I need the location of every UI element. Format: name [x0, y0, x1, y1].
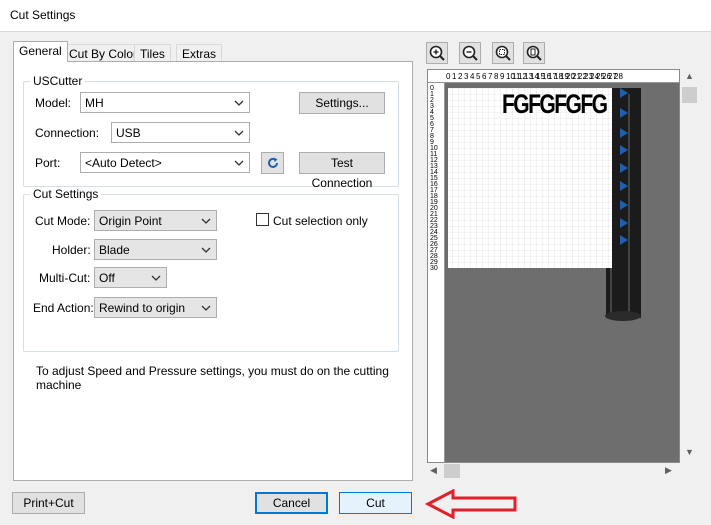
uscutter-group: USCutter Model: MH Settings... Connectio…	[23, 74, 399, 190]
port-value: <Auto Detect>	[85, 156, 162, 170]
ruler-top-tick-label: 6	[482, 72, 487, 81]
scroll-thumb-vertical[interactable]	[682, 87, 697, 103]
cut-settings-group: Cut Settings Cut Mode: Origin Point Cut …	[23, 187, 399, 352]
preview-drawing	[448, 88, 641, 321]
ruler-top-tick-label: 28	[614, 72, 623, 81]
holder-value: Blade	[99, 243, 130, 257]
scroll-left-arrow[interactable]: ◀	[430, 465, 437, 476]
print-cut-button[interactable]: Print+Cut	[12, 492, 85, 514]
connection-value: USB	[116, 126, 141, 140]
zoom-in-icon	[429, 45, 445, 61]
end-action-label: End Action:	[33, 301, 94, 315]
model-select[interactable]: MH	[80, 92, 250, 113]
chevron-down-icon	[234, 130, 244, 136]
ruler-top-tick-label: 4	[470, 72, 475, 81]
ruler-top-tick-label: 1	[452, 72, 457, 81]
design-text[interactable]: FGFGFGFG	[502, 88, 608, 120]
chevron-down-icon	[234, 160, 244, 166]
cut-selection-only-checkbox[interactable]	[256, 213, 269, 226]
model-label: Model:	[35, 96, 72, 110]
preview-horizontal-scrollbar[interactable]: ◀ ▶	[427, 463, 680, 479]
multi-cut-select[interactable]: Off	[94, 267, 167, 288]
uscutter-group-title: USCutter	[30, 74, 86, 88]
model-value: MH	[85, 96, 104, 110]
chevron-down-icon	[151, 275, 161, 281]
scroll-thumb-horizontal[interactable]	[444, 464, 460, 478]
zoom-out-icon	[462, 45, 478, 61]
cut-preview-canvas[interactable]: FGFGFGFG 0 1 2 3 4 5 6 7 8 9 10 11 12 13 14 15 16 17 18 19 2…	[427, 69, 680, 463]
window-title: Cut Settings	[10, 8, 76, 22]
refresh-icon	[267, 157, 278, 168]
chevron-down-icon	[201, 305, 211, 311]
multi-cut-label: Multi-Cut:	[39, 271, 91, 285]
zoom-page-button[interactable]	[523, 42, 545, 64]
speed-pressure-info: To adjust Speed and Pressure settings, y…	[36, 364, 396, 392]
zoom-page-icon	[526, 45, 542, 61]
zoom-in-button[interactable]	[426, 42, 448, 64]
connection-select[interactable]: USB	[111, 122, 250, 143]
tab-tiles[interactable]: Tiles	[134, 44, 171, 62]
ruler-top-tick-label: 8	[494, 72, 499, 81]
zoom-fit-button[interactable]	[492, 42, 514, 64]
end-action-select[interactable]: Rewind to origin	[94, 297, 217, 318]
cut-mode-label: Cut Mode:	[35, 214, 91, 228]
ruler-top-tick-label: 9	[500, 72, 505, 81]
settings-button[interactable]: Settings...	[299, 92, 385, 114]
tab-cut-by-color[interactable]: Cut By Color	[63, 44, 144, 62]
cut-settings-group-title: Cut Settings	[30, 187, 102, 201]
cancel-button[interactable]: Cancel	[255, 492, 328, 514]
scroll-right-arrow[interactable]: ▶	[665, 465, 672, 476]
cut-mode-value: Origin Point	[99, 214, 162, 228]
info-line-2: machine	[36, 378, 82, 392]
cut-button[interactable]: Cut	[339, 492, 412, 514]
end-action-value: Rewind to origin	[99, 301, 186, 315]
test-connection-button[interactable]: Test Connection	[299, 152, 385, 190]
title-bar: Cut Settings	[0, 0, 711, 32]
chevron-down-icon	[234, 100, 244, 106]
port-select[interactable]: <Auto Detect>	[80, 152, 250, 173]
port-label: Port:	[35, 156, 61, 170]
chevron-down-icon	[201, 247, 211, 253]
scroll-up-arrow[interactable]: ▲	[685, 71, 694, 81]
ruler-left-tick-label: 30	[430, 265, 438, 272]
ruler-top-tick-label: 5	[476, 72, 481, 81]
red-arrow-annotation	[425, 489, 517, 519]
scroll-down-arrow[interactable]: ▼	[685, 447, 694, 457]
ruler-top-tick-label: 3	[464, 72, 469, 81]
holder-select[interactable]: Blade	[94, 239, 217, 260]
ruler-top-tick-label: 7	[488, 72, 493, 81]
ruler-top-tick-label: 2	[458, 72, 463, 81]
cut-mode-select[interactable]: Origin Point	[94, 210, 217, 231]
tab-extras[interactable]: Extras	[176, 44, 223, 62]
refresh-ports-button[interactable]	[261, 152, 284, 174]
holder-label: Holder:	[52, 243, 91, 257]
tab-general[interactable]: General	[13, 41, 68, 62]
ruler-top-tick-label: 0	[446, 72, 451, 81]
preview-vertical-scrollbar[interactable]: ▲ ▼	[680, 69, 699, 463]
ruler-horizontal: 0 1 2 3 4 5 6 7 8 9 10 11 12 13 14 15 16 17 18 19 20 21 22 23 24…	[428, 70, 679, 83]
multi-cut-value: Off	[99, 271, 115, 285]
cut-selection-only-label: Cut selection only	[273, 214, 368, 228]
zoom-out-button[interactable]	[459, 42, 481, 64]
zoom-fit-icon	[495, 45, 511, 61]
general-panel: USCutter Model: MH Settings... Connectio…	[13, 61, 413, 481]
info-line-1: To adjust Speed and Pressure settings, y…	[36, 364, 389, 378]
ruler-vertical: 0 1 2 3 4 5 6 7 8 9 10 11 12 13 14 15 16 17 18 19 20 21 22 23 24…	[428, 83, 445, 462]
connection-label: Connection:	[35, 126, 100, 140]
chevron-down-icon	[201, 218, 211, 224]
